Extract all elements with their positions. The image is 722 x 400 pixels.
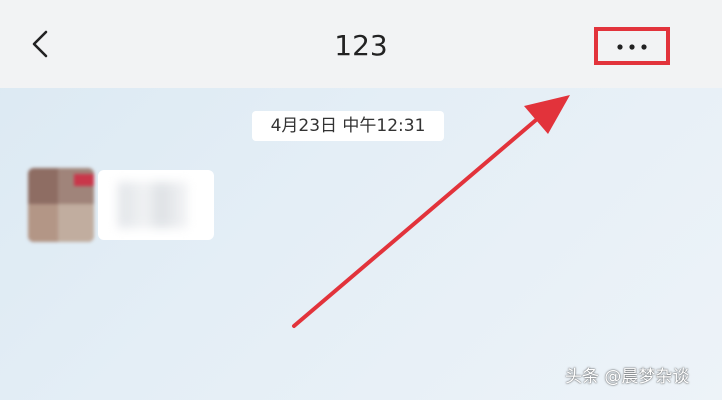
chat-screen: 123 4月23日 中午12:31 头条 @晨梦杂谈: [0, 0, 722, 400]
annotation-arrow-icon: [292, 95, 570, 328]
watermark: 头条 @晨梦杂谈: [565, 367, 690, 387]
